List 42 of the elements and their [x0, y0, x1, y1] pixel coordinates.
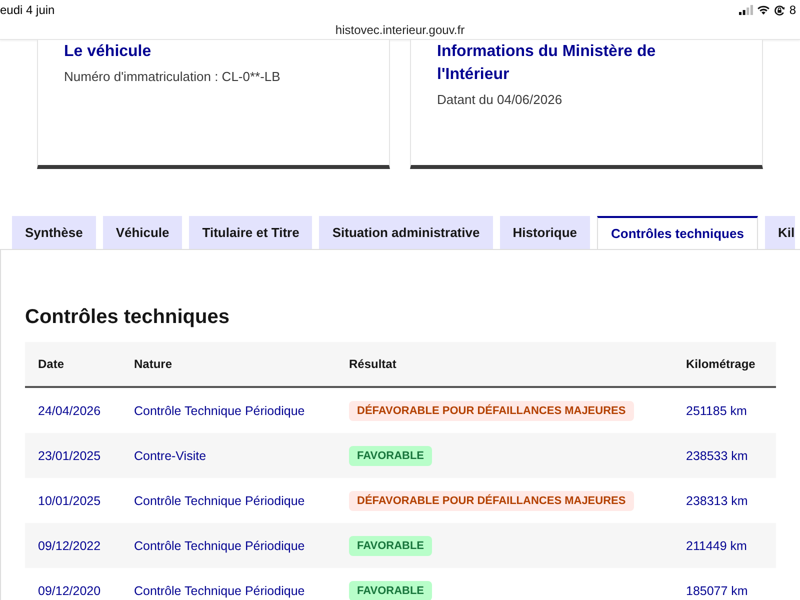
- tab[interactable]: Titulaire et Titre: [189, 216, 312, 249]
- table-cell: 10/01/2025: [38, 494, 101, 508]
- tab[interactable]: Kil: [764, 216, 795, 249]
- result-badge: FAVORABLE: [349, 580, 432, 600]
- table-cell: Contre-Visite: [134, 448, 206, 462]
- tab[interactable]: Contrôles techniques: [597, 216, 758, 249]
- column-header: Kilométrage: [686, 357, 756, 371]
- tab[interactable]: Historique: [500, 216, 590, 249]
- table-cell: 09/12/2020: [38, 584, 101, 598]
- card-title: Informations du Ministère de l'Intérieur: [437, 42, 657, 85]
- table-cell: 211449 km: [686, 538, 747, 552]
- rotation-lock-icon: [774, 4, 786, 16]
- table-cell: 185077 km: [686, 584, 748, 598]
- table-cell: Contrôle Technique Périodique: [134, 584, 305, 598]
- section-heading: Contrôles techniques: [25, 305, 230, 330]
- card-title: Le véhicule: [64, 42, 152, 62]
- status-date: eudi 4 juin: [0, 3, 55, 17]
- address-url[interactable]: histovec.interieur.gouv.fr: [335, 22, 465, 36]
- table-cell: 23/01/2025: [38, 448, 101, 462]
- table-cell: Contrôle Technique Périodique: [134, 494, 305, 508]
- result-badge: FAVORABLE: [349, 446, 432, 466]
- card-text: Datant du 04/06/2026: [437, 91, 564, 109]
- result-badge: DÉFAVORABLE POUR DÉFAILLANCES MAJEURES: [349, 490, 634, 510]
- column-header: Résultat: [349, 357, 396, 371]
- tab[interactable]: Véhicule: [102, 216, 182, 249]
- tab[interactable]: Synthèse: [12, 216, 96, 249]
- tab[interactable]: Situation administrative: [319, 216, 493, 249]
- wifi-icon: [757, 5, 770, 15]
- table-cell: Contrôle Technique Périodique: [134, 538, 305, 552]
- result-badge: DÉFAVORABLE POUR DÉFAILLANCES MAJEURES: [349, 400, 634, 420]
- column-header: Date: [38, 357, 64, 371]
- table-cell: 238533 km: [686, 448, 748, 462]
- table-cell: Contrôle Technique Périodique: [134, 404, 305, 418]
- table-cell: 251185 km: [686, 404, 747, 418]
- card-text: Numéro d'immatriculation : CL-0**-LB: [64, 68, 282, 86]
- signal-icon: [739, 5, 754, 15]
- battery-percent: 8: [789, 3, 796, 17]
- column-header: Nature: [134, 357, 172, 371]
- table-cell: 24/04/2026: [38, 404, 101, 418]
- table-cell: 238313 km: [686, 494, 748, 508]
- table-cell: 09/12/2022: [38, 538, 101, 552]
- result-badge: FAVORABLE: [349, 536, 432, 556]
